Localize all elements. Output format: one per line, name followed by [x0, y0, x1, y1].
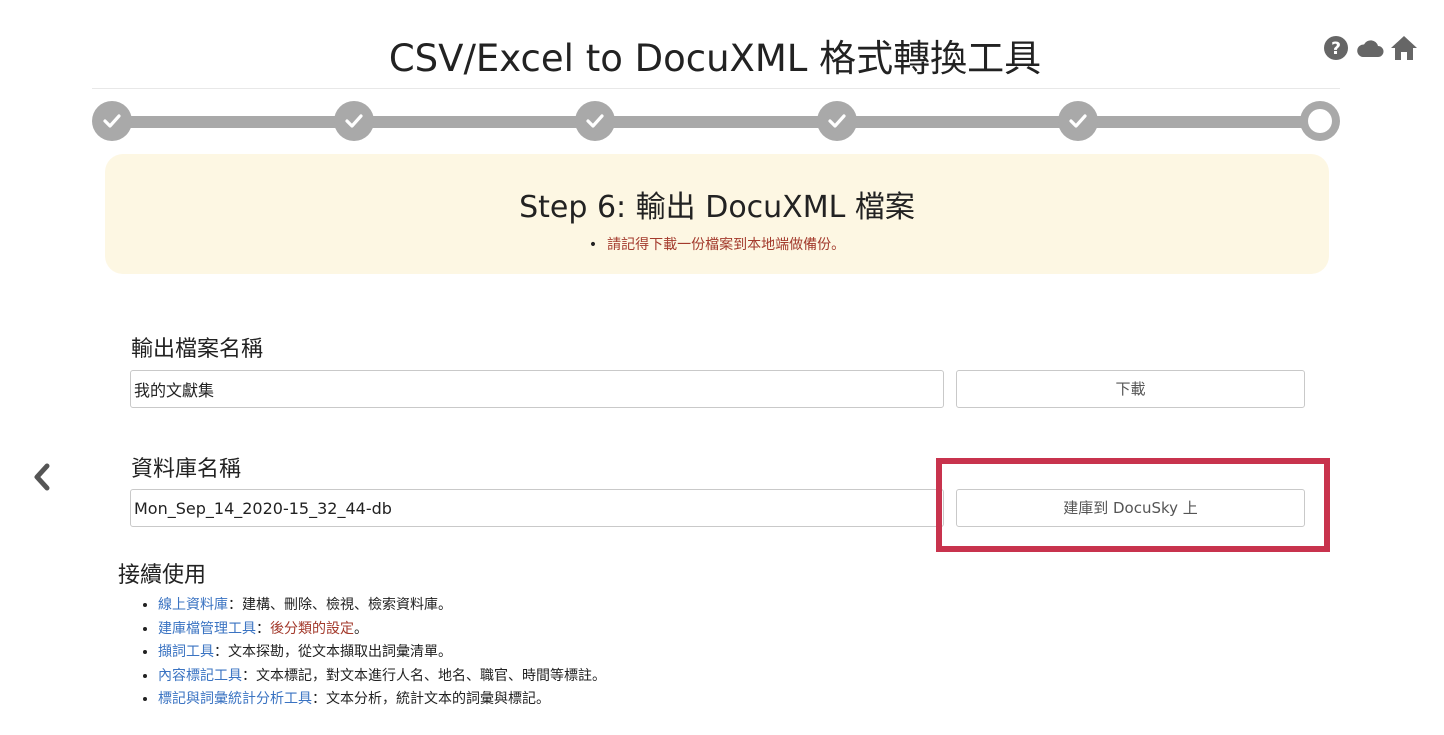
next-step-link[interactable]: 擷詞工具: [158, 644, 214, 660]
next-step-item: 線上資料庫：建構、刪除、檢視、檢索資料庫。: [158, 594, 606, 618]
progress-stepper: [92, 101, 1340, 143]
next-step-item: 建庫檔管理工具：後分類的設定。: [158, 618, 606, 642]
cloud-icon[interactable]: [1356, 34, 1384, 62]
next-step-description: 文本探勘，從文本擷取出詞彙清單。: [228, 644, 452, 660]
highlight-box: [936, 458, 1330, 552]
step-node-3[interactable]: [575, 101, 615, 141]
step-title: Step 6: 輸出 DocuXML 檔案: [519, 190, 915, 225]
stepper-track: [110, 116, 1322, 128]
next-step-description: 文本標記，對文本進行人名、地名、職官、時間等標註。: [256, 667, 606, 684]
database-name-input[interactable]: [130, 489, 944, 527]
svg-text:?: ?: [1331, 39, 1341, 59]
page-title: CSV/Excel to DocuXML 格式轉換工具: [388, 37, 1042, 80]
next-step-separator: ：: [228, 597, 242, 613]
next-step-description: 建構、刪除、檢視、檢索資料庫。: [242, 597, 452, 613]
step-note: 請記得下載一份檔案到本地端做備份。: [105, 234, 1329, 254]
help-icon[interactable]: ?: [1322, 34, 1350, 62]
checkmark-icon: [103, 114, 121, 128]
next-steps-list: 線上資料庫：建構、刪除、檢視、檢索資料庫。建庫檔管理工具：後分類的設定。擷詞工具…: [138, 594, 606, 712]
step-node-4[interactable]: [817, 101, 857, 141]
output-filename-input[interactable]: [130, 370, 944, 408]
next-step-link[interactable]: 內容標記工具: [158, 668, 242, 684]
next-step-description: 文本分析，統計文本的詞彙與標記。: [326, 691, 550, 707]
checkmark-icon: [345, 114, 363, 128]
step-node-6[interactable]: [1300, 101, 1340, 141]
next-step-separator: ：: [242, 667, 256, 684]
next-step-separator: ：: [312, 691, 326, 707]
step-info-box: Step 6: 輸出 DocuXML 檔案 請記得下載一份檔案到本地端做備份。: [105, 154, 1329, 274]
next-step-item: 內容標記工具：文本標記，對文本進行人名、地名、職官、時間等標註。: [158, 665, 606, 689]
next-step-link[interactable]: 線上資料庫: [158, 597, 228, 613]
next-step-item: 擷詞工具：文本探勘，從文本擷取出詞彙清單。: [158, 641, 606, 665]
title-divider: [92, 88, 1340, 89]
checkmark-icon: [828, 114, 846, 128]
top-icons: ?: [1322, 34, 1418, 62]
next-step-separator: ：: [214, 644, 228, 660]
database-name-label: 資料庫名稱: [131, 457, 242, 482]
next-step-highlight: 後分類的設定: [270, 620, 354, 637]
output-filename-label: 輸出檔案名稱: [131, 337, 264, 362]
checkmark-icon: [1069, 114, 1087, 128]
back-arrow-icon[interactable]: [30, 462, 54, 492]
step-node-5[interactable]: [1058, 101, 1098, 141]
next-step-description: 。: [354, 620, 368, 637]
next-step-separator: ：: [256, 620, 270, 637]
download-button[interactable]: 下載: [956, 370, 1305, 408]
next-step-link[interactable]: 標記與詞彙統計分析工具: [158, 691, 312, 707]
next-steps-title: 接續使用: [118, 563, 207, 588]
next-step-item: 標記與詞彙統計分析工具：文本分析，統計文本的詞彙與標記。: [158, 688, 606, 712]
home-icon[interactable]: [1390, 34, 1418, 62]
step-node-2[interactable]: [334, 101, 374, 141]
next-step-link[interactable]: 建庫檔管理工具: [158, 621, 256, 637]
checkmark-icon: [586, 114, 604, 128]
step-node-1[interactable]: [92, 101, 132, 141]
